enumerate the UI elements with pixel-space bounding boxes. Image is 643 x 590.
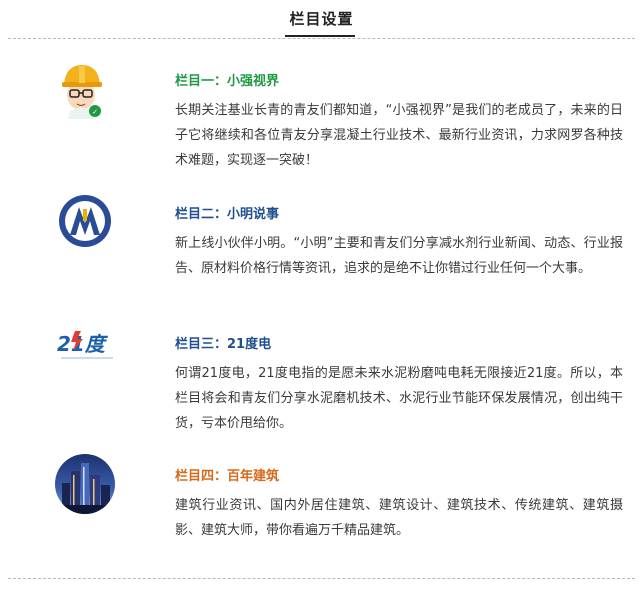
section-xiaoqiang: ✓ 栏目一：小强视界 长期关注基业长青的青友们都知道，“小强视界”是我们的老成员… — [0, 58, 643, 170]
city-skyline-icon — [54, 453, 115, 514]
footer-divider — [8, 578, 635, 579]
page-header: 栏目设置 — [0, 0, 643, 40]
section-description: 建筑行业资讯、国内外居住建筑、建筑设计、建筑技术、传统建筑、建筑摄影、建筑大师，… — [175, 498, 623, 538]
21du-logo-text: 21度 — [57, 332, 109, 356]
section-title: 栏目三：21度电 — [175, 337, 272, 352]
section-title: 栏目二：小明说事 — [175, 207, 280, 222]
header-divider — [8, 38, 635, 39]
section-bainian-jianzhu: 栏目四：百年建筑 建筑行业资讯、国内外居住建筑、建筑设计、建筑技术、传统建筑、建… — [0, 454, 643, 565]
m-logo-icon — [57, 193, 117, 253]
section-title: 栏目四：百年建筑 — [175, 469, 280, 484]
section-description: 新上线小伙伴小明。“小明”主要和青友们分享减水剂行业新闻、动态、行业报告、原材料… — [175, 236, 623, 276]
section-description: 何谓21度电，21度电指的是愿未来水泥粉磨吨电耗无限接近21度。所以，本栏目将会… — [175, 366, 623, 431]
svg-text:✓: ✓ — [92, 108, 98, 116]
21du-logo-icon: 21度 — [55, 327, 119, 367]
section-21du: 21度 栏目三：21度电 何谓21度电，21度电指的是愿未来水泥粉磨吨电耗无限接… — [0, 331, 643, 433]
section-description: 长期关注基业长青的青友们都知道，“小强视界”是我们的老成员了，未来的日子它将继续… — [175, 103, 623, 168]
title-underline — [285, 35, 355, 37]
page-title: 栏目设置 — [289, 10, 354, 28]
section-xiaoming: 栏目二：小明说事 新上线小伙伴小明。“小明”主要和青友们分享减水剂行业新闻、动态… — [0, 195, 643, 303]
worker-helmet-icon: ✓ — [50, 57, 113, 120]
section-title: 栏目一：小强视界 — [175, 74, 280, 89]
